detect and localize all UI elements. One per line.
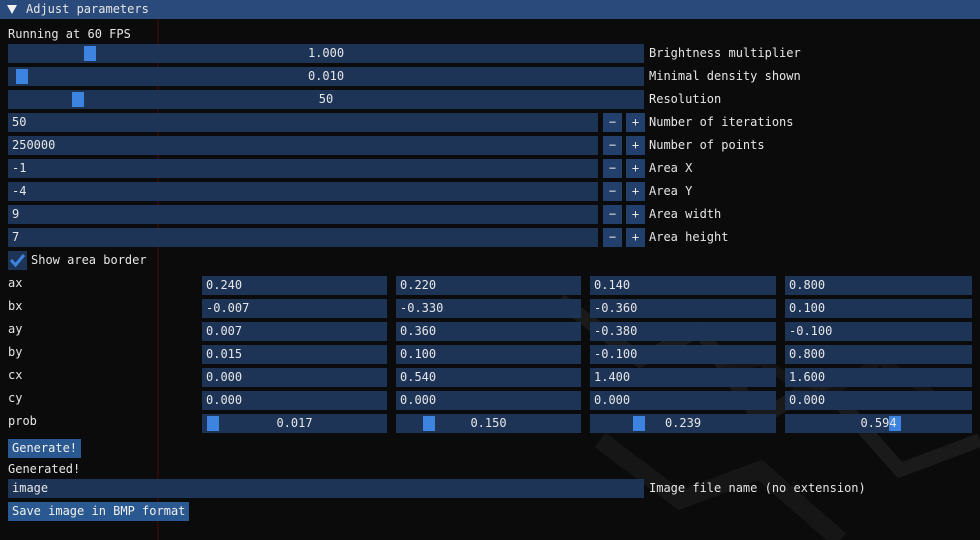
- matrix-by-3[interactable]: -0.100: [590, 345, 776, 364]
- area-x-input[interactable]: -1: [8, 159, 598, 178]
- area-x-minus-button[interactable]: −: [603, 159, 622, 178]
- matrix-ax-1[interactable]: 0.240: [202, 276, 387, 295]
- matrix-cy-1[interactable]: 0.000: [202, 391, 387, 410]
- matrix-label-ay: ay: [8, 322, 23, 336]
- matrix-cx-1[interactable]: 0.000: [202, 368, 387, 387]
- prob-slider-4[interactable]: 0.594: [785, 414, 972, 433]
- matrix-bx-2[interactable]: -0.330: [396, 299, 581, 318]
- collapse-triangle-icon[interactable]: [7, 5, 17, 14]
- matrix-ax-4[interactable]: 0.800: [785, 276, 972, 295]
- prob-value-1: 0.017: [276, 416, 313, 430]
- filename-input[interactable]: image: [8, 479, 644, 498]
- points-input[interactable]: 250000: [8, 136, 598, 155]
- resolution-slider[interactable]: 50: [8, 90, 644, 109]
- matrix-ay-4[interactable]: -0.100: [785, 322, 972, 341]
- filename-label: Image file name (no extension): [649, 481, 866, 495]
- area-width-minus-button[interactable]: −: [603, 205, 622, 224]
- resolution-value: 50: [318, 92, 334, 106]
- matrix-cx-3[interactable]: 1.400: [590, 368, 776, 387]
- iterations-label: Number of iterations: [649, 115, 794, 129]
- brightness-slider[interactable]: 1.000: [8, 44, 644, 63]
- min-density-slider[interactable]: 0.010: [8, 67, 644, 86]
- area-height-input[interactable]: 7: [8, 228, 598, 247]
- points-minus-button[interactable]: −: [603, 136, 622, 155]
- area-height-label: Area height: [649, 230, 729, 244]
- matrix-by-4[interactable]: 0.800: [785, 345, 972, 364]
- matrix-bx-4[interactable]: 0.100: [785, 299, 972, 318]
- area-height-minus-button[interactable]: −: [603, 228, 622, 247]
- matrix-cy-3[interactable]: 0.000: [590, 391, 776, 410]
- area-y-plus-button[interactable]: +: [626, 182, 645, 201]
- show-border-label: Show area border: [31, 253, 147, 267]
- area-y-minus-button[interactable]: −: [603, 182, 622, 201]
- save-bmp-button[interactable]: Save image in BMP format: [8, 502, 190, 521]
- prob-value-3: 0.239: [664, 416, 702, 430]
- iterations-minus-button[interactable]: −: [603, 113, 622, 132]
- matrix-ay-3[interactable]: -0.380: [590, 322, 776, 341]
- area-y-label: Area Y: [649, 184, 693, 198]
- generate-button[interactable]: Generate!: [8, 439, 82, 458]
- matrix-ax-2[interactable]: 0.220: [396, 276, 581, 295]
- matrix-ax-3[interactable]: 0.140: [590, 276, 776, 295]
- area-width-plus-button[interactable]: +: [626, 205, 645, 224]
- prob-slider-3[interactable]: 0.239: [590, 414, 776, 433]
- area-x-label: Area X: [649, 161, 693, 175]
- prob-value-4: 0.594: [860, 416, 897, 430]
- matrix-cy-4[interactable]: 0.000: [785, 391, 972, 410]
- iterations-input[interactable]: 50: [8, 113, 598, 132]
- area-width-label: Area width: [649, 207, 722, 221]
- matrix-label-bx: bx: [8, 299, 23, 313]
- show-border-checkbox[interactable]: [8, 251, 27, 270]
- prob-value-2: 0.150: [470, 416, 507, 430]
- iterations-plus-button[interactable]: +: [626, 113, 645, 132]
- points-plus-button[interactable]: +: [626, 136, 645, 155]
- matrix-ay-2[interactable]: 0.360: [396, 322, 581, 341]
- brightness-value: 1.000: [307, 46, 345, 60]
- matrix-bx-1[interactable]: -0.007: [202, 299, 387, 318]
- matrix-cx-4[interactable]: 1.600: [785, 368, 972, 387]
- points-label: Number of points: [649, 138, 765, 152]
- area-width-input[interactable]: 9: [8, 205, 598, 224]
- prob-slider-1[interactable]: 0.017: [202, 414, 387, 433]
- checkmark-icon: [9, 254, 26, 268]
- matrix-by-1[interactable]: 0.015: [202, 345, 387, 364]
- matrix-cy-2[interactable]: 0.000: [396, 391, 581, 410]
- matrix-ay-1[interactable]: 0.007: [202, 322, 387, 341]
- area-x-plus-button[interactable]: +: [626, 159, 645, 178]
- resolution-label: Resolution: [649, 92, 722, 106]
- matrix-label-cy: cy: [8, 391, 23, 405]
- area-y-input[interactable]: -4: [8, 182, 598, 201]
- brightness-label: Brightness multiplier: [649, 46, 801, 60]
- matrix-by-2[interactable]: 0.100: [396, 345, 581, 364]
- matrix-label-prob: prob: [8, 414, 37, 428]
- min-density-value: 0.010: [307, 69, 345, 83]
- window-title-bar[interactable]: Adjust parameters: [0, 0, 980, 19]
- fps-status: Running at 60 FPS: [8, 27, 131, 41]
- area-height-plus-button[interactable]: +: [626, 228, 645, 247]
- generated-status: Generated!: [8, 462, 81, 476]
- matrix-bx-3[interactable]: -0.360: [590, 299, 776, 318]
- matrix-label-ax: ax: [8, 276, 23, 290]
- matrix-label-by: by: [8, 345, 23, 359]
- min-density-label: Minimal density shown: [649, 69, 801, 83]
- prob-slider-2[interactable]: 0.150: [396, 414, 581, 433]
- matrix-label-cx: cx: [8, 368, 23, 382]
- window-title: Adjust parameters: [26, 2, 149, 16]
- matrix-cx-2[interactable]: 0.540: [396, 368, 581, 387]
